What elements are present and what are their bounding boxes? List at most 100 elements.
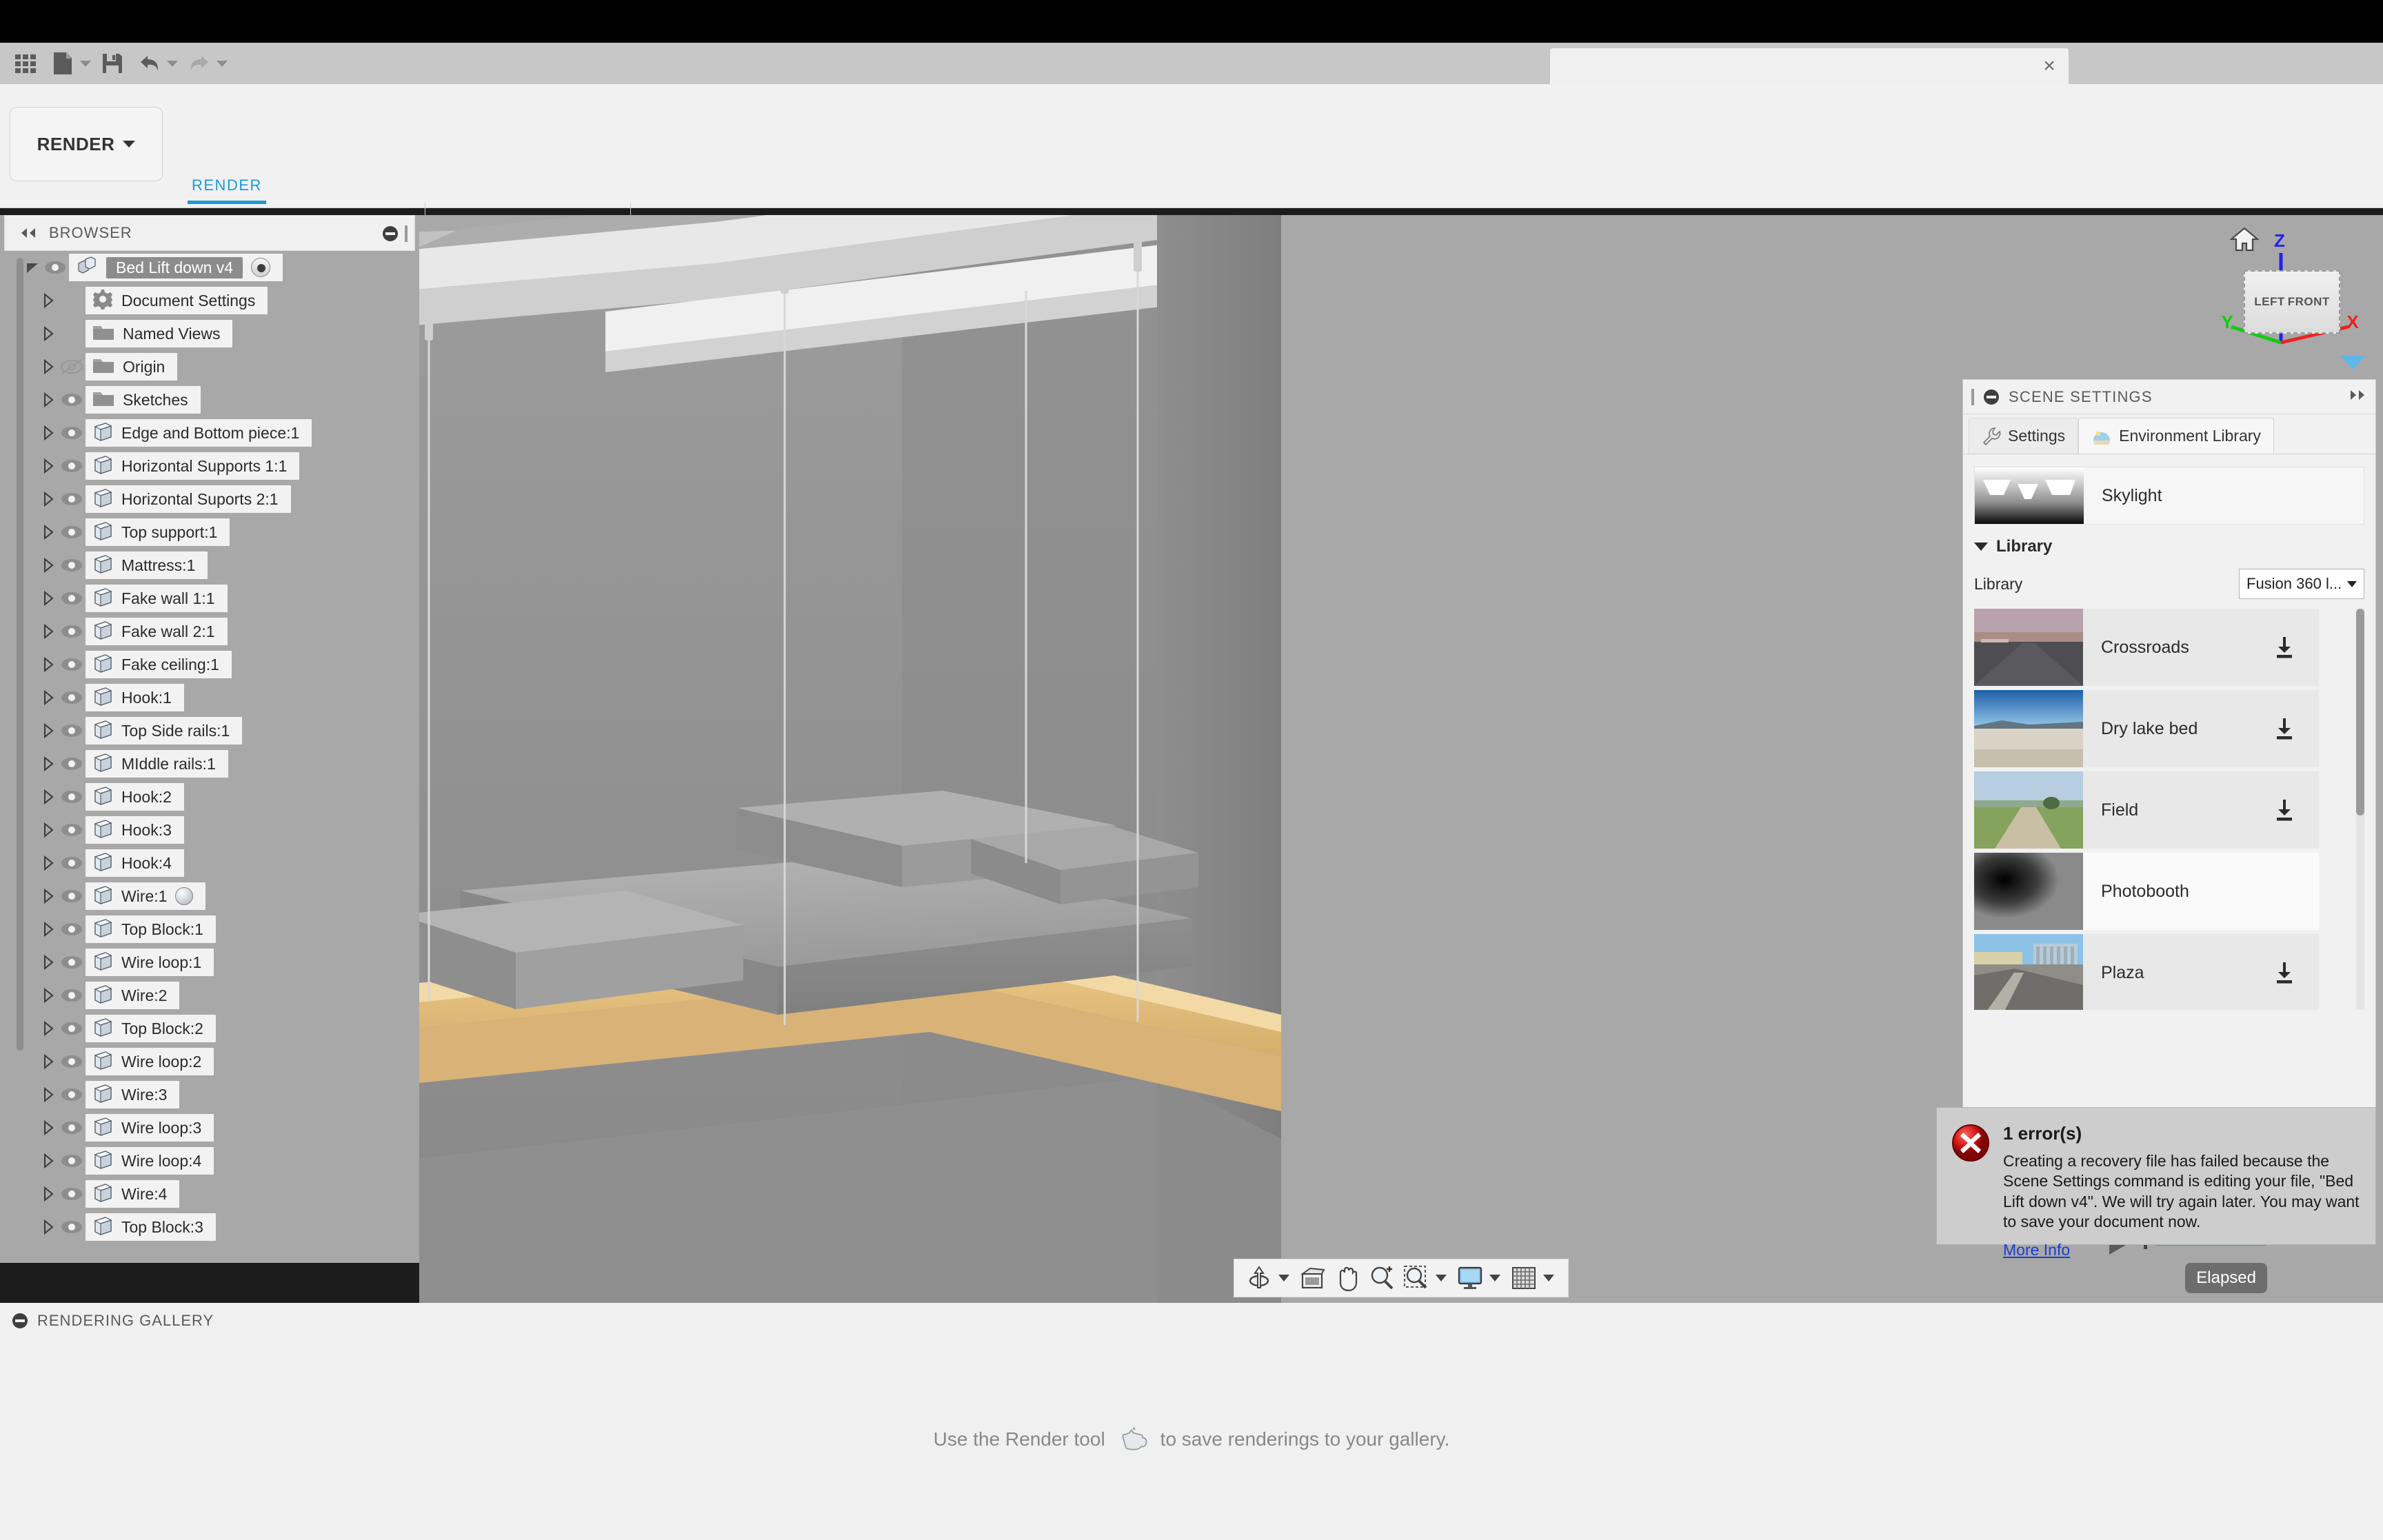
view-cube-faces[interactable]: LEFT FRONT: [2244, 270, 2340, 334]
workspace-switcher-button[interactable]: RENDER: [10, 107, 163, 181]
expand-arrow-icon[interactable]: [41, 358, 58, 375]
browser-tree-item[interactable]: Wire loop:2: [86, 1048, 214, 1075]
tab-render[interactable]: RENDER: [188, 176, 266, 204]
expand-arrow-icon[interactable]: [41, 855, 58, 871]
expand-arrow-icon[interactable]: [41, 689, 58, 706]
download-icon[interactable]: [2250, 690, 2319, 767]
visibility-eye-icon[interactable]: [58, 720, 86, 741]
browser-tree-item[interactable]: Hook:3: [86, 816, 184, 844]
browser-tree-item[interactable]: Hook:1: [86, 684, 184, 711]
browser-tree-item[interactable]: Wire loop:3: [86, 1114, 214, 1142]
expand-arrow-icon[interactable]: [41, 987, 58, 1004]
collapse-icon[interactable]: [12, 1313, 28, 1328]
orbit-icon[interactable]: [1244, 1263, 1274, 1293]
browser-tree-row[interactable]: Fake wall 1:1: [0, 582, 419, 615]
visibility-eye-icon[interactable]: [58, 820, 86, 840]
visibility-eye-icon[interactable]: [58, 919, 86, 940]
browser-tree-item[interactable]: Fake ceiling:1: [86, 651, 232, 678]
browser-tree-row[interactable]: Edge and Bottom piece:1: [0, 416, 419, 449]
environment-list-item[interactable]: Crossroads: [1974, 609, 2319, 686]
browser-tree-item[interactable]: Wire:3: [86, 1081, 180, 1108]
view-cube[interactable]: Z Y X LEFT FRONT: [2198, 222, 2371, 374]
browser-tree-row[interactable]: Wire loop:2: [0, 1045, 419, 1078]
browser-tree-item[interactable]: Origin: [86, 353, 178, 381]
visibility-eye-icon[interactable]: [58, 1184, 86, 1204]
look-at-icon[interactable]: [1298, 1263, 1328, 1293]
grid-apps-icon[interactable]: [10, 48, 41, 79]
visibility-eye-icon[interactable]: [58, 1151, 86, 1171]
browser-tree-item[interactable]: Top support:1: [86, 518, 230, 546]
browser-tree-item[interactable]: Hook:4: [86, 849, 184, 877]
visibility-eye-icon[interactable]: [58, 1051, 86, 1072]
browser-tree-item[interactable]: Horizontal Suports 2:1: [86, 485, 291, 513]
browser-root-row[interactable]: Bed Lift down v4: [0, 251, 419, 284]
activate-component-radio[interactable]: [251, 258, 271, 277]
close-icon[interactable]: ×: [2040, 56, 2059, 77]
visibility-eye-icon[interactable]: [58, 522, 86, 543]
expand-arrow-icon[interactable]: [41, 491, 58, 507]
browser-tree-row[interactable]: Top support:1: [0, 516, 419, 549]
visibility-eye-icon[interactable]: [58, 423, 86, 443]
browser-tree-item[interactable]: Wire loop:1: [86, 949, 214, 976]
browser-tree-item[interactable]: MIddle rails:1: [86, 750, 228, 778]
panel-resize-grip[interactable]: [405, 225, 408, 242]
collapse-icon[interactable]: [1984, 389, 1999, 405]
browser-tree-row[interactable]: MIddle rails:1: [0, 747, 419, 780]
expand-arrow-icon[interactable]: [41, 392, 58, 408]
browser-tree-item[interactable]: Document Settings: [86, 287, 268, 314]
document-tab[interactable]: ×: [1550, 48, 2069, 84]
browser-tree-row[interactable]: Document Settings: [0, 284, 419, 317]
browser-tree-row[interactable]: Sketches: [0, 383, 419, 416]
expand-arrow-icon[interactable]: [41, 557, 58, 574]
expand-arrow-icon[interactable]: [41, 656, 58, 673]
visibility-eye-icon[interactable]: [58, 787, 86, 807]
expand-arrow-icon[interactable]: [41, 1186, 58, 1202]
browser-tree-item[interactable]: Wire loop:4: [86, 1147, 214, 1175]
redo-icon[interactable]: [183, 48, 215, 79]
expand-arrow-icon[interactable]: [41, 325, 58, 342]
browser-tree-row[interactable]: Wire:3: [0, 1078, 419, 1111]
visibility-eye-icon[interactable]: [58, 588, 86, 609]
browser-tree-row[interactable]: Top Block:3: [0, 1210, 419, 1244]
library-scrollbar-thumb[interactable]: [2356, 609, 2364, 815]
visibility-eye-icon[interactable]: [58, 654, 86, 675]
download-icon[interactable]: [2250, 609, 2319, 686]
expand-arrow-icon[interactable]: [41, 292, 58, 309]
library-section-title[interactable]: Library: [1963, 537, 2375, 556]
expand-arrow-icon[interactable]: [41, 1086, 58, 1103]
visibility-eye-icon[interactable]: [58, 886, 86, 906]
zoom-window-dropdown-caret[interactable]: [1436, 1275, 1447, 1281]
collapse-left-icon[interactable]: [19, 227, 38, 239]
grid-snaps-icon[interactable]: [1509, 1263, 1539, 1293]
visibility-eye-icon[interactable]: [58, 952, 86, 973]
browser-tree-row[interactable]: Hook:4: [0, 847, 419, 880]
pan-icon[interactable]: [1332, 1263, 1363, 1293]
rendering-gallery-header[interactable]: RENDERING GALLERY: [0, 1303, 2383, 1339]
browser-tree-item[interactable]: Fake wall 1:1: [86, 585, 228, 612]
new-file-dropdown-caret[interactable]: [80, 60, 91, 67]
environment-list-item[interactable]: Photobooth: [1974, 853, 2319, 930]
view-cube-dropdown-icon[interactable]: [2340, 356, 2365, 369]
expand-arrow-icon[interactable]: [41, 524, 58, 540]
visibility-eye-icon[interactable]: [58, 489, 86, 509]
browser-tree-item[interactable]: Fake wall 2:1: [86, 618, 228, 645]
browser-tree-row[interactable]: Top Block:2: [0, 1012, 419, 1045]
tab-environment-library[interactable]: Environment Library: [2078, 418, 2274, 454]
browser-tree-row[interactable]: Horizontal Suports 2:1: [0, 483, 419, 516]
browser-tree-item[interactable]: Wire:4: [86, 1180, 180, 1208]
expand-arrow-icon[interactable]: [41, 458, 58, 474]
visibility-eye-icon[interactable]: [58, 1084, 86, 1105]
expand-right-icon[interactable]: [2348, 389, 2375, 405]
browser-tree-row[interactable]: Horizontal Supports 1:1: [0, 449, 419, 483]
visibility-eye-icon[interactable]: [58, 1117, 86, 1138]
browser-tree-item[interactable]: Edge and Bottom piece:1: [86, 419, 312, 447]
environment-list-item[interactable]: Plaza: [1974, 934, 2319, 1010]
browser-tree-item[interactable]: Top Side rails:1: [86, 717, 243, 744]
expand-arrow-icon[interactable]: [41, 789, 58, 805]
visibility-eye-icon[interactable]: [58, 1018, 86, 1039]
collapse-icon[interactable]: [383, 226, 398, 241]
visibility-eye-icon[interactable]: [58, 1217, 86, 1237]
redo-dropdown-caret[interactable]: [217, 60, 228, 67]
browser-tree-row[interactable]: Top Block:1: [0, 913, 419, 946]
download-icon[interactable]: [2250, 934, 2319, 1010]
